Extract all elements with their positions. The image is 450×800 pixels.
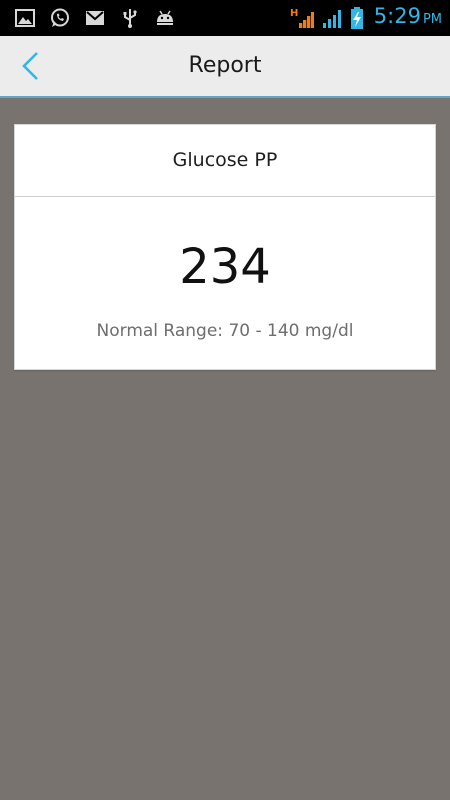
hspa-signal-icon: H [290,8,314,28]
network-type-label: H [290,8,298,19]
report-card: Glucose PP 234 Normal Range: 70 - 140 mg… [14,124,436,370]
test-name: Glucose PP [172,149,278,171]
report-screen: H 5:29 PM Report Glucose PP 234 Normal R… [0,0,450,800]
status-bar: H 5:29 PM [0,0,450,36]
mail-icon [86,11,104,25]
image-icon [15,9,35,27]
action-bar-divider [0,96,450,98]
signal-strength-icon [322,10,341,28]
system-icons: H 5:29 PM [290,4,442,32]
notification-icons [14,7,176,29]
battery-charging-icon [350,7,363,29]
usb-icon [123,9,137,28]
clock: 5:29 PM [374,2,442,34]
clock-ampm: PM [422,12,442,27]
test-value: 234 [179,239,271,295]
page-title: Report [188,53,262,78]
clock-time: 5:29 [373,4,421,28]
card-divider [15,196,435,197]
action-bar: Report [0,36,450,96]
android-debug-icon [157,10,173,25]
whatsapp-icon [51,8,69,27]
normal-range: Normal Range: 70 - 140 mg/dl [96,321,354,341]
